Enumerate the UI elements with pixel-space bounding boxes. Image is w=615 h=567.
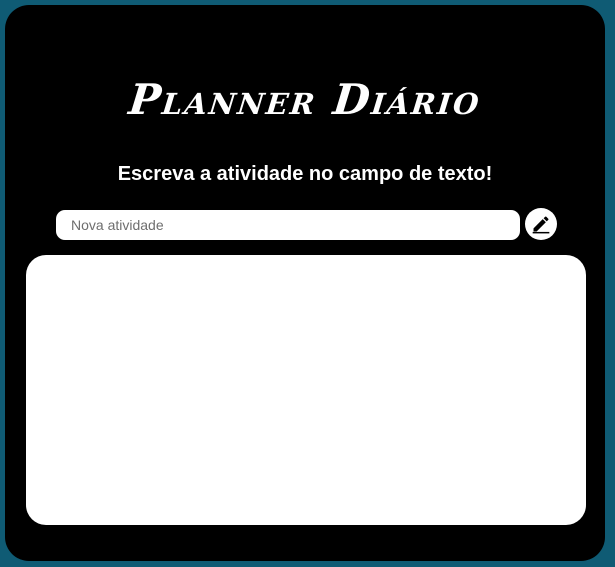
add-task-button[interactable] [525,208,557,240]
task-list-panel [26,255,586,525]
instruction-text: Escreva a atividade no campo de texto! [117,163,493,185]
page-title: Planner Diário [126,75,484,124]
new-task-input[interactable] [56,210,520,240]
planner-app: Planner Diário Escreva a atividade no ca… [5,5,605,561]
task-input-row [56,208,557,240]
pencil-icon [532,216,550,234]
